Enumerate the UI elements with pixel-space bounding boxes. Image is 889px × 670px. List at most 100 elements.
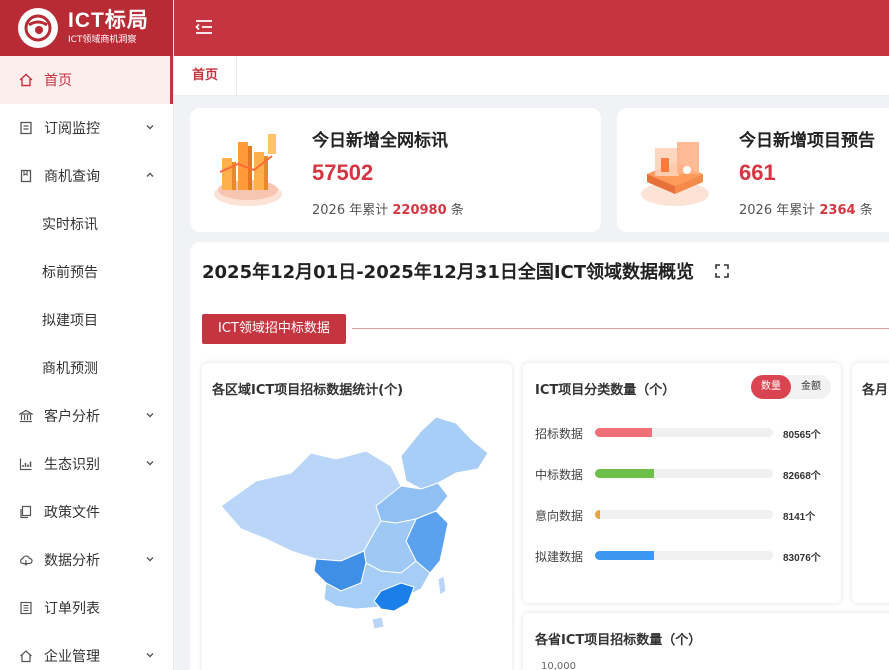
category-label: 招标数据 <box>535 427 584 441</box>
subscribe-icon <box>18 120 34 136</box>
project-illustration-icon <box>641 142 709 206</box>
tab-home[interactable]: 首页 <box>174 56 238 96</box>
sidebar-item-forecast[interactable]: 商机预测 <box>0 344 173 392</box>
sidebar-item-data-analysis[interactable]: 数据分析 <box>0 536 173 584</box>
sidebar-item-planned-projects[interactable]: 拟建项目 <box>0 296 173 344</box>
sidebar-item-label: 标前预告 <box>42 265 98 281</box>
chevron-down-icon <box>146 557 154 562</box>
category-value: 80565个 <box>783 430 821 441</box>
value-toggle: 数量 金额 <box>751 375 831 399</box>
sidebar-item-label: 商机预测 <box>42 361 98 377</box>
monthly-card: 各月 <box>852 363 889 603</box>
toggle-amount-button[interactable]: 金额 <box>791 375 831 399</box>
sidebar-item-label: 拟建项目 <box>42 313 98 329</box>
category-value: 83076个 <box>783 553 821 564</box>
card-title: 各区域ICT项目招标数据统计(个) <box>212 383 404 398</box>
stat-sub-suffix: 条 <box>859 203 873 218</box>
bar-chart-illustration-icon <box>214 134 282 206</box>
sidebar-item-label: 商机查询 <box>44 169 100 185</box>
sidebar-item-ecosystem[interactable]: 生态识别 <box>0 440 173 488</box>
map-region-taiwan <box>437 575 447 596</box>
sidebar-item-subscribe[interactable]: 订阅监控 <box>0 104 173 152</box>
sidebar-item-label: 首页 <box>44 73 72 89</box>
chart-icon <box>18 456 34 472</box>
stat-value: 57502 <box>312 160 374 185</box>
stat-sub-prefix: 2026 年累计 <box>312 203 389 218</box>
category-bar-track <box>595 469 773 478</box>
stat-sub-prefix: 2026 年累计 <box>739 203 816 218</box>
sidebar-menu: 首页 订阅监控 商机查询 实时标讯 标前预告 拟建项目 商机预测 客户分析 生态… <box>0 56 173 670</box>
map-region-hainan <box>371 616 385 630</box>
section-divider <box>352 328 889 329</box>
sidebar-item-enterprise[interactable]: 企业管理 <box>0 632 173 670</box>
sidebar-item-label: 客户分析 <box>44 409 100 425</box>
copy-icon <box>18 504 34 520</box>
menu-fold-icon[interactable] <box>194 17 214 37</box>
chevron-down-icon <box>146 413 154 418</box>
card-title: 各省ICT项目招标数量（个） <box>535 633 702 648</box>
category-label: 意向数据 <box>535 509 584 523</box>
chevron-down-icon <box>146 125 154 130</box>
category-row: 拟建数据 83076个 <box>535 546 835 566</box>
sidebar-item-customer-analysis[interactable]: 客户分析 <box>0 392 173 440</box>
sidebar-item-label: 政策文件 <box>44 505 100 521</box>
logo[interactable]: ICT标局 ICT领域商机洞察 <box>0 0 173 56</box>
stat-sub-value: 2364 <box>819 203 856 218</box>
category-row: 中标数据 82668个 <box>535 464 835 484</box>
stat-card-projects: 今日新增项目预告 661 2026 年累计 2364 条 <box>617 108 889 232</box>
category-count-card: ICT项目分类数量（个） 数量 金额 招标数据 80565个中标数据 82668个意… <box>523 363 841 603</box>
fullscreen-icon[interactable] <box>714 263 730 279</box>
sidebar-item-policy[interactable]: 政策文件 <box>0 488 173 536</box>
top-bar <box>174 0 889 56</box>
bank-icon <box>18 408 34 424</box>
overview-title: 2025年12月01日-2025年12月31日全国ICT领域数据概览 <box>202 262 695 283</box>
stat-sub-suffix: 条 <box>450 203 464 218</box>
china-map[interactable] <box>216 411 506 641</box>
sidebar-item-home[interactable]: 首页 <box>0 56 173 104</box>
document-icon <box>18 168 34 184</box>
sidebar-item-opportunity[interactable]: 商机查询 <box>0 152 173 200</box>
category-row: 招标数据 80565个 <box>535 423 835 443</box>
sidebar-item-pre-bid[interactable]: 标前预告 <box>0 248 173 296</box>
sidebar-item-realtime-bids[interactable]: 实时标讯 <box>0 200 173 248</box>
stat-subtitle: 2026 年累计 220980 条 <box>312 199 464 218</box>
toggle-count-button[interactable]: 数量 <box>751 375 791 399</box>
stat-sub-value: 220980 <box>392 203 447 218</box>
list-icon <box>18 600 34 616</box>
stat-subtitle: 2026 年累计 2364 条 <box>739 199 873 218</box>
cloud-icon <box>18 552 34 568</box>
chevron-down-icon <box>146 461 154 466</box>
sidebar-item-label: 订阅监控 <box>44 121 100 137</box>
sidebar-item-label: 数据分析 <box>44 553 100 569</box>
category-bar-fill <box>595 469 654 478</box>
category-label: 拟建数据 <box>535 550 584 564</box>
stat-title: 今日新增全网标讯 <box>312 131 448 151</box>
chevron-up-icon <box>146 172 154 177</box>
category-value: 82668个 <box>783 471 821 482</box>
home-icon <box>18 72 34 88</box>
category-value: 8141个 <box>783 512 816 523</box>
sidebar-item-label: 企业管理 <box>44 649 100 665</box>
category-bar-track <box>595 551 773 560</box>
category-label: 中标数据 <box>535 468 584 482</box>
logo-subtitle: ICT领域商机洞察 <box>68 35 137 45</box>
region-map-card: 各区域ICT项目招标数据统计(个) <box>202 363 512 670</box>
logo-title: ICT标局 <box>68 9 149 32</box>
category-bar-fill <box>595 551 654 560</box>
category-bar-track <box>595 428 773 437</box>
tab-bar: 首页 <box>174 56 889 96</box>
section-tab-bid-data[interactable]: ICT领域招中标数据 <box>202 314 346 344</box>
chevron-down-icon <box>146 653 154 658</box>
card-title: 各月 <box>862 383 889 398</box>
category-bar-track <box>595 510 773 519</box>
card-title: ICT项目分类数量（个） <box>535 383 676 398</box>
category-bar-fill <box>595 428 652 437</box>
map-region-northeast <box>400 416 489 490</box>
stat-value: 661 <box>739 160 776 185</box>
sidebar-item-orders[interactable]: 订单列表 <box>0 584 173 632</box>
building-icon <box>18 648 34 664</box>
stat-card-bids: 今日新增全网标讯 57502 2026 年累计 220980 条 <box>190 108 601 232</box>
axis-tick-label: 10,000 <box>541 661 576 670</box>
category-bar-fill <box>595 510 601 519</box>
overview-panel: 2025年12月01日-2025年12月31日全国ICT领域数据概览 ICT领域… <box>190 242 889 670</box>
